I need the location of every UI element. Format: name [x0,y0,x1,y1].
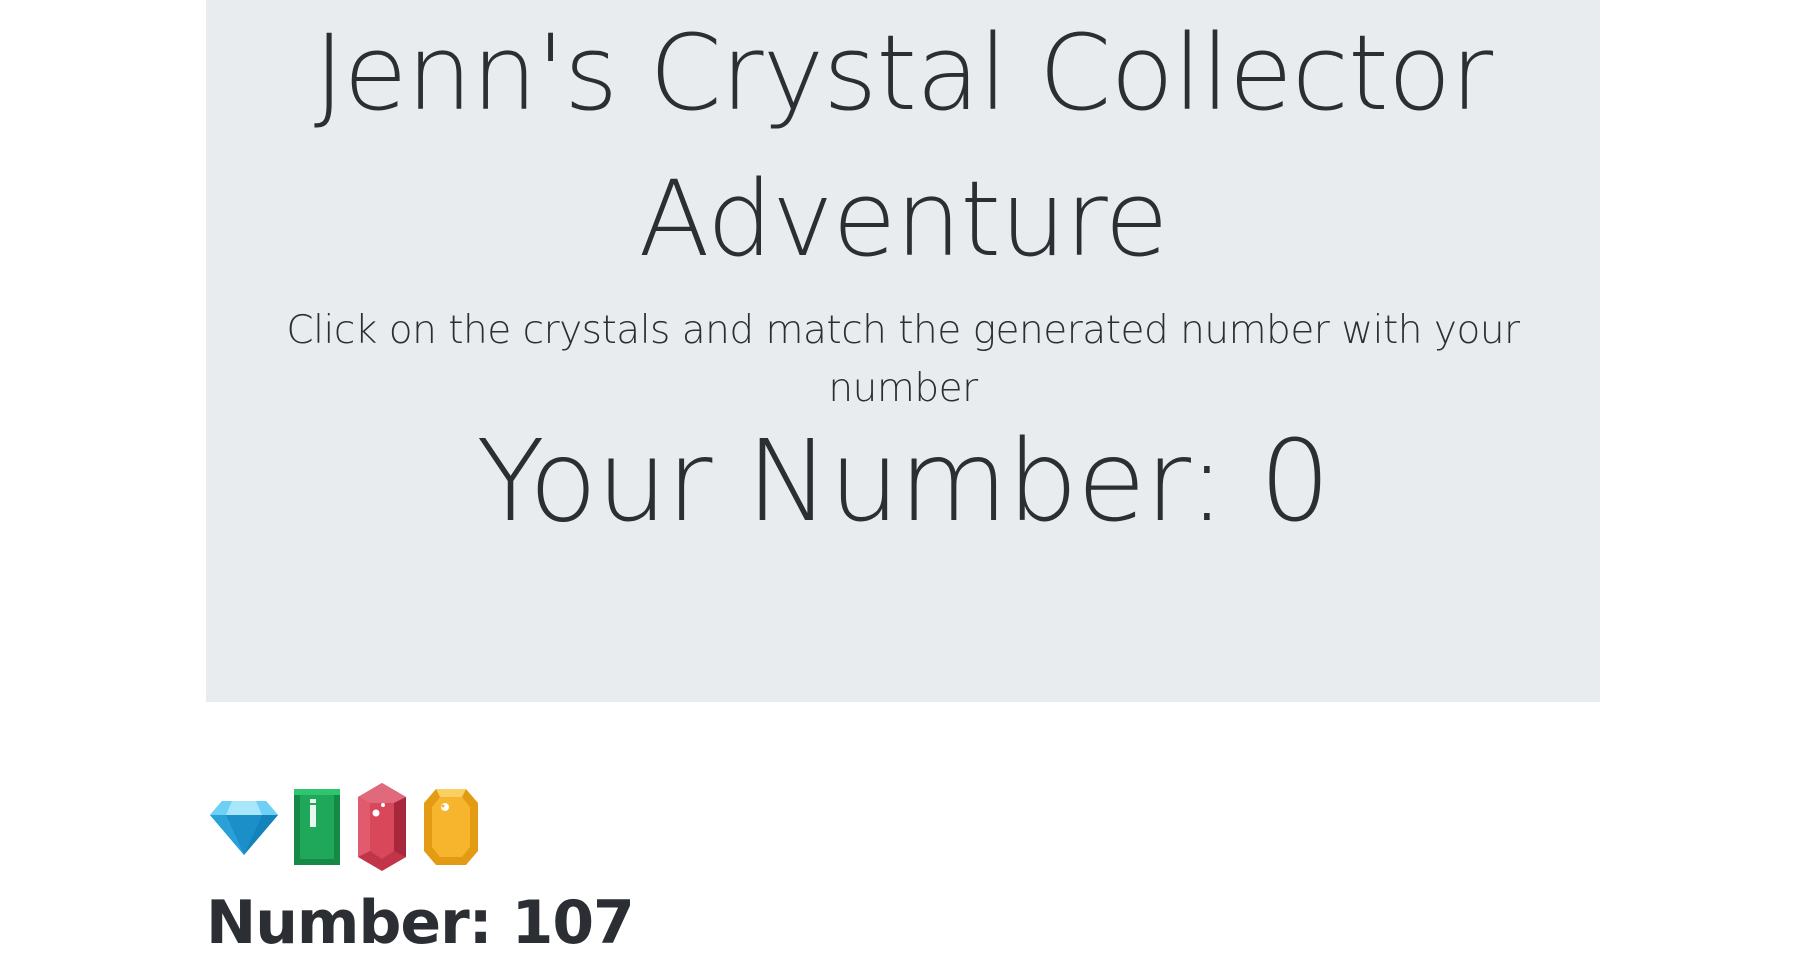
jumbotron-header: Jenn's Crystal Collector Adventure Click… [206,0,1600,702]
instructions-text: Click on the crystals and match the gene… [286,308,1520,411]
blue-diamond-icon[interactable] [208,797,280,857]
red-ruby-icon[interactable] [354,781,410,873]
target-number-display: Number: 107 [206,888,635,958]
page-title: Jenn's Crystal Collector Adventure [206,0,1600,292]
title-line-1: Jenn's Crystal Collector [313,12,1493,134]
yellow-topaz-icon[interactable] [422,787,480,867]
your-number-display: Your Number: 0 [476,417,1330,547]
crystal-buttons-row [208,782,480,872]
title-line-2: Adventure [638,158,1169,280]
green-emerald-icon[interactable] [292,787,342,867]
